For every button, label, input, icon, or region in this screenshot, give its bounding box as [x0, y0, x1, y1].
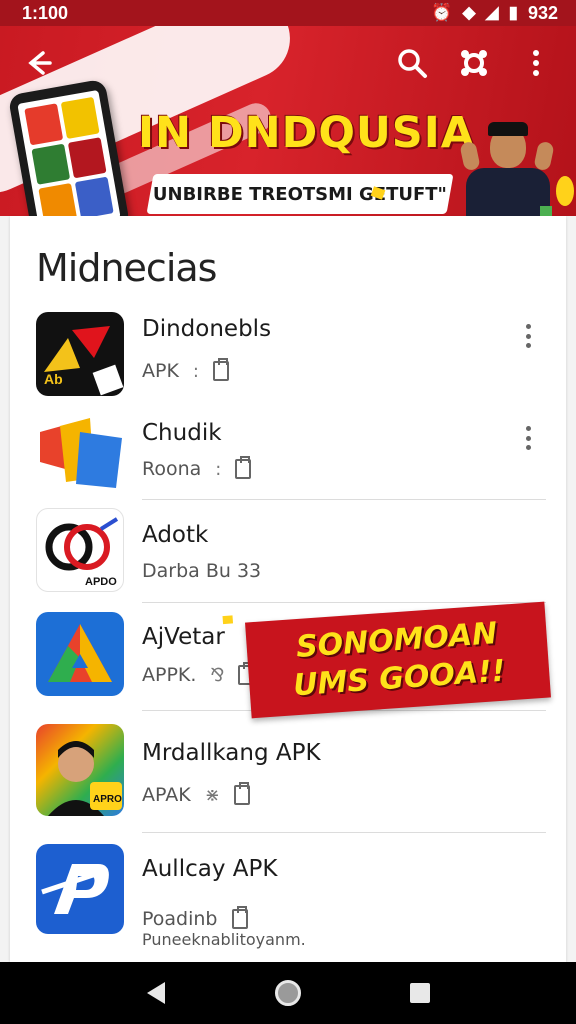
presenter-hand: [533, 140, 555, 172]
phone-tile: [31, 143, 71, 186]
home-circle-icon: [275, 980, 301, 1006]
app-type: APK: [142, 360, 179, 382]
nav-home-button[interactable]: [268, 973, 308, 1013]
confetti: [556, 176, 574, 206]
app-bar-actions: [392, 43, 556, 83]
app-icon: [36, 844, 124, 934]
presenter-cap: [488, 122, 528, 136]
app-icon-label: APRO: [93, 794, 122, 805]
status-bar: 1:100 ⏰ ◆ ◢ ▮ 932: [0, 0, 576, 26]
hero-subtitle-box: UNBIRBE TREOTSMI GETUFT": [146, 174, 454, 214]
app-name: Mrdallkang APK: [142, 740, 321, 766]
app-type: APPK.: [142, 664, 197, 686]
wifi-icon: ◆: [462, 3, 476, 22]
alarm-icon: ⏰: [431, 3, 453, 22]
status-icons: ⏰ ◆ ◢ ▮ 932: [431, 3, 558, 24]
back-triangle-icon: [147, 982, 165, 1004]
presenter-body: [466, 168, 550, 216]
hero-banner: IN DNDQUSIA UNBIRBE TREOTSMI GETUFT": [0, 26, 576, 216]
app-icon-label: APDO: [85, 576, 117, 588]
confetti: [540, 206, 552, 216]
share-icon[interactable]: [454, 43, 494, 83]
hero-subtitle: UNBIRBE TREOTSMI GETUFT": [152, 183, 447, 205]
item-menu-icon[interactable]: [516, 322, 540, 350]
app-meta: Darba Bu 33: [142, 560, 261, 582]
app-meta: APAK ⋇: [142, 782, 250, 806]
app-developer: Puneeknablitoyanm.: [142, 930, 306, 949]
app-icon: [36, 412, 124, 496]
divider: [142, 832, 546, 833]
phone-screen: [17, 89, 121, 216]
list-item[interactable]: Aullcay APK Poadinb Puneeknablitoyanm.: [10, 844, 566, 949]
app-icon: APRO: [36, 724, 124, 816]
app-meta: APK :: [142, 358, 229, 382]
phone-tile: [74, 176, 114, 216]
battery-level: 932: [527, 2, 558, 23]
list-item[interactable]: APRO Mrdallkang APK APAK ⋇: [10, 724, 566, 820]
recents-square-icon: [410, 983, 430, 1003]
item-menu-icon[interactable]: [516, 424, 540, 452]
phone-tile: [60, 96, 100, 139]
app-icon: APDO: [36, 508, 124, 592]
list-item[interactable]: Ab Dindonebls APK :: [10, 312, 566, 404]
system-nav-bar: [0, 962, 576, 1024]
hero-title: IN DNDQUSIA: [138, 108, 476, 158]
nav-recents-button[interactable]: [400, 973, 440, 1013]
presenter-illustration: [459, 122, 555, 216]
clipboard-icon: [231, 906, 248, 929]
app-name: Chudik: [142, 420, 222, 446]
app-type: Poadinb: [142, 908, 218, 930]
signal-icon: ◢: [485, 3, 499, 22]
list-item[interactable]: Chudik Roona :: [10, 412, 566, 504]
app-name: Adotk: [142, 522, 209, 548]
app-icon: [36, 612, 124, 696]
presenter-hand: [459, 140, 481, 172]
app-name: Aullcay APK: [142, 856, 278, 882]
app-bar: [0, 26, 576, 100]
status-time: 1:100: [22, 2, 69, 23]
clipboard-icon: [213, 358, 229, 381]
battery-icon: ▮: [508, 3, 518, 22]
app-type: APAK: [142, 784, 191, 806]
back-arrow-icon[interactable]: [18, 43, 58, 83]
app-meta: Roona :: [142, 456, 252, 480]
promo-confetti: [222, 615, 234, 625]
clipboard-icon: [233, 782, 250, 805]
list-item[interactable]: APDO Adotk Darba Bu 33: [10, 508, 566, 600]
meta-separator: ⋇: [204, 784, 220, 806]
meta-separator: ⅋: [210, 664, 225, 686]
phone-tile: [67, 136, 107, 179]
nav-back-button[interactable]: [136, 973, 176, 1013]
app-name: AjVetar: [142, 624, 225, 650]
app-name: Dindonebls: [142, 316, 272, 342]
screen: 1:100 ⏰ ◆ ◢ ▮ 932 IN DNDQUSIA UNBIRBE TR…: [0, 0, 576, 1024]
phone-tile: [38, 183, 78, 216]
section-title: Midnecias: [36, 246, 217, 290]
app-icon-label: Ab: [44, 371, 63, 387]
app-type: Darba Bu 33: [142, 560, 262, 582]
app-meta: Poadinb: [142, 906, 248, 930]
overflow-menu-icon[interactable]: [516, 43, 556, 83]
phone-tile: [24, 103, 64, 146]
divider: [142, 602, 546, 603]
divider: [142, 499, 546, 500]
app-list-card: Midnecias Ab Dindonebls APK : Chudik Roo…: [10, 216, 566, 962]
search-icon[interactable]: [392, 43, 432, 83]
promo-confetti: [529, 589, 541, 599]
clipboard-icon: [235, 456, 252, 479]
app-meta-secondary: Puneeknablitoyanm.: [142, 930, 306, 949]
meta-separator: :: [215, 458, 222, 480]
app-meta: APPK. ⅋: [142, 662, 255, 686]
app-icon: Ab: [36, 312, 124, 396]
app-type: Roona: [142, 458, 202, 480]
meta-separator: :: [192, 360, 199, 382]
